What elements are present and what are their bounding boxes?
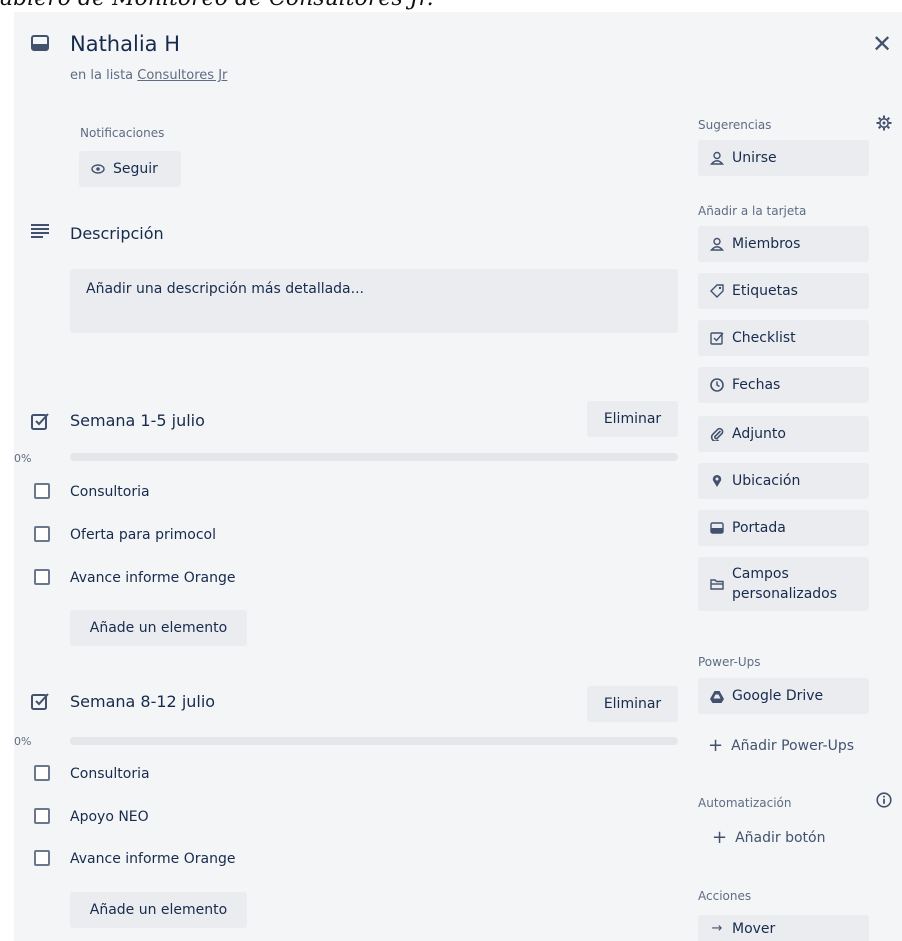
suggestions-label: Sugerencias	[698, 118, 772, 132]
clock-icon	[710, 378, 724, 392]
join-label: Unirse	[732, 150, 777, 166]
add-powerups-link[interactable]: + Añadir Power-Ups	[708, 735, 854, 756]
location-button[interactable]: Ubicación	[698, 463, 869, 499]
in-list-prefix: en la lista	[70, 68, 134, 83]
add-item-button[interactable]: Añade un elemento	[70, 892, 247, 928]
description-title: Descripción	[70, 224, 164, 243]
move-button[interactable]: → Mover	[698, 915, 869, 941]
checklist-button[interactable]: Checklist	[698, 320, 869, 356]
checklist-item[interactable]: Avance informe Orange	[70, 851, 235, 867]
cover-button[interactable]: Portada	[698, 510, 869, 546]
user-icon	[710, 151, 724, 165]
info-icon[interactable]	[876, 792, 892, 808]
card-detail-modal: Nathalia H en la lista Consultores Jr ✕ …	[14, 12, 902, 941]
item-checkbox[interactable]	[34, 483, 50, 499]
checklist-item[interactable]: Consultoria	[70, 766, 150, 782]
checklist-progress-percent: 0%	[14, 735, 32, 748]
card-list-info: en la lista Consultores Jr	[70, 68, 227, 83]
description-icon	[31, 224, 49, 238]
pin-icon	[710, 474, 724, 488]
google-drive-icon	[710, 690, 724, 703]
checklist-label: Checklist	[732, 330, 796, 346]
checkbox-icon	[710, 331, 724, 345]
checklist-item[interactable]: Apoyo NEO	[70, 809, 149, 825]
checklist-item[interactable]: Avance informe Orange	[70, 570, 235, 586]
custom-fields-button[interactable]: Campos personalizados	[698, 557, 869, 611]
dates-label: Fechas	[732, 377, 781, 393]
delete-checklist-button[interactable]: Eliminar	[587, 686, 678, 722]
join-button[interactable]: Unirse	[698, 140, 869, 176]
gear-icon[interactable]	[876, 115, 892, 131]
location-label: Ubicación	[732, 473, 801, 489]
plus-icon: +	[712, 827, 728, 848]
move-label: Mover	[732, 921, 776, 937]
tag-icon	[710, 284, 724, 298]
checklist-item[interactable]: Consultoria	[70, 484, 150, 500]
checklist-progress-bar	[70, 737, 678, 745]
attachment-button[interactable]: Adjunto	[698, 416, 869, 452]
arrow-right-icon: →	[711, 921, 723, 936]
dates-button[interactable]: Fechas	[698, 367, 869, 403]
labels-button[interactable]: Etiquetas	[698, 273, 869, 309]
automation-label: Automatización	[698, 796, 792, 810]
checklist-title[interactable]: Semana 8-12 julio	[70, 692, 215, 711]
user-icon	[710, 237, 724, 251]
add-to-card-label: Añadir a la tarjeta	[698, 204, 807, 218]
item-checkbox[interactable]	[34, 765, 50, 781]
item-checkbox[interactable]	[34, 808, 50, 824]
checklist-item[interactable]: Oferta para primocol	[70, 527, 216, 543]
checklist-icon	[31, 413, 49, 430]
checklist-progress-bar	[70, 453, 678, 461]
checklist-progress-percent: 0%	[14, 452, 32, 465]
card-icon	[31, 35, 49, 51]
paperclip-icon	[710, 427, 724, 441]
cover-label: Portada	[732, 520, 786, 536]
description-input[interactable]: Añadir una descripción más detallada...	[70, 269, 678, 333]
powerups-label: Power-Ups	[698, 655, 761, 669]
item-checkbox[interactable]	[34, 526, 50, 542]
labels-label: Etiquetas	[732, 283, 798, 299]
plus-icon: +	[708, 735, 724, 756]
eye-icon	[91, 164, 105, 174]
add-automation-button-label: Añadir botón	[735, 829, 826, 846]
google-drive-button[interactable]: Google Drive	[698, 678, 869, 714]
folder-icon	[710, 578, 724, 590]
list-link[interactable]: Consultores Jr	[137, 68, 227, 83]
close-icon[interactable]: ✕	[872, 32, 892, 56]
follow-button[interactable]: Seguir	[79, 151, 181, 187]
board-title-caption: ablero de Monitoreo de Consultores Jr.	[0, 0, 434, 11]
checklist-icon	[31, 693, 49, 710]
item-checkbox[interactable]	[34, 569, 50, 585]
follow-label: Seguir	[113, 161, 158, 177]
add-item-button[interactable]: Añade un elemento	[70, 610, 247, 646]
add-powerups-label: Añadir Power-Ups	[731, 737, 855, 754]
card-title[interactable]: Nathalia H	[70, 32, 180, 56]
attachment-label: Adjunto	[732, 426, 786, 442]
notifications-label: Notificaciones	[80, 126, 165, 140]
delete-checklist-button[interactable]: Eliminar	[587, 401, 678, 437]
members-label: Miembros	[732, 236, 801, 252]
checklist-title[interactable]: Semana 1-5 julio	[70, 411, 205, 430]
add-automation-button-link[interactable]: + Añadir botón	[712, 827, 826, 848]
actions-label: Acciones	[698, 889, 752, 903]
item-checkbox[interactable]	[34, 850, 50, 866]
members-button[interactable]: Miembros	[698, 226, 869, 262]
google-drive-label: Google Drive	[732, 688, 824, 704]
custom-fields-label: Campos personalizados	[732, 566, 838, 602]
cover-icon	[710, 522, 724, 534]
